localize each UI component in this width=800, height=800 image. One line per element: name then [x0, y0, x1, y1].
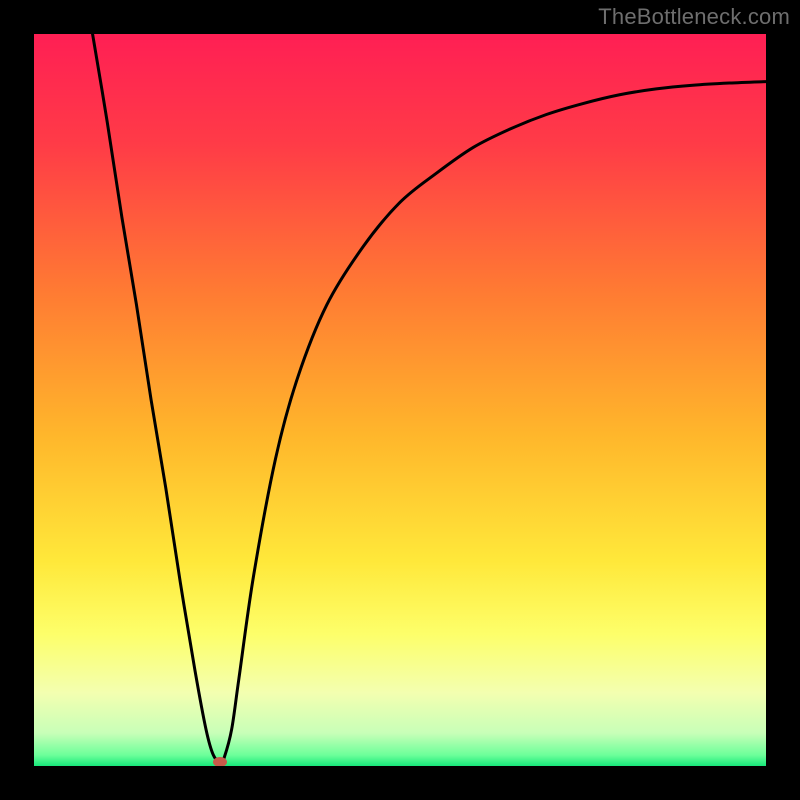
bottleneck-curve — [93, 34, 766, 762]
curve-layer — [34, 34, 766, 766]
plot-area — [34, 34, 766, 766]
chart-frame: TheBottleneck.com — [0, 0, 800, 800]
watermark-label: TheBottleneck.com — [598, 4, 790, 30]
optimal-point-marker — [213, 757, 227, 766]
